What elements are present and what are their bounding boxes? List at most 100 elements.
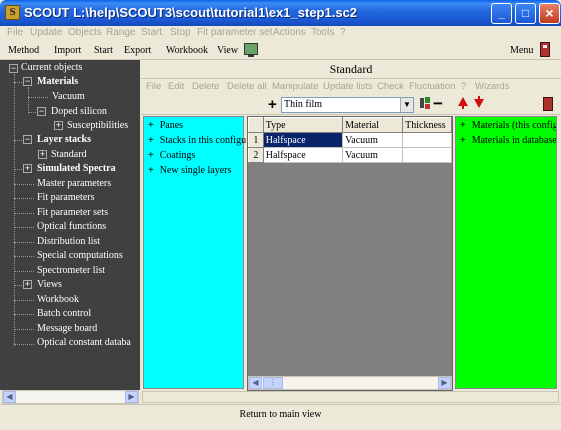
menu-tools[interactable]: Tools — [311, 27, 334, 38]
scroll-left-icon[interactable]: ◀ — [249, 377, 262, 389]
menu-stop[interactable]: Stop — [170, 27, 191, 38]
tree-horizontal-scrollbar[interactable]: ◀ ▶ — [2, 390, 139, 404]
cell-material[interactable]: Vacuum — [342, 147, 404, 163]
scroll-right-icon[interactable]: ▶ — [125, 391, 138, 403]
menu-help[interactable]: ? — [340, 27, 346, 38]
menu-update[interactable]: Update — [30, 27, 62, 38]
monitor-icon[interactable] — [244, 43, 258, 57]
title-bar[interactable]: S SCOUT L:\help\SCOUT3\scout\tutorial1\e… — [0, 0, 561, 26]
scroll-right-icon[interactable]: ▶ — [438, 377, 451, 389]
toolbar-fluctuation[interactable]: Fluctuation — [409, 81, 455, 92]
collapse-icon[interactable]: − — [23, 77, 32, 86]
toolbar-manipulate[interactable]: Manipulate — [272, 81, 318, 92]
tree-batch-control[interactable]: Batch control — [37, 308, 91, 319]
list-item[interactable]: + Materials (this config — [460, 120, 556, 131]
layer-grid[interactable]: Type Material Thickness 1 Halfspace Vacu… — [247, 116, 453, 391]
menu-fit-parameter-set[interactable]: Fit parameter set — [197, 27, 273, 38]
tree-doped-silicon[interactable]: Doped silicon — [51, 106, 107, 117]
menu-start[interactable]: Start — [141, 27, 162, 38]
tree-standard[interactable]: Standard — [51, 149, 87, 160]
expand-icon[interactable]: + — [23, 280, 32, 289]
table-row[interactable]: 2 Halfspace Vacuum — [248, 147, 452, 163]
maximize-icon[interactable]: □ — [515, 3, 536, 24]
main-menu-bar: File Update Objects Range Start Stop Fit… — [0, 26, 561, 42]
tree-workbook[interactable]: Workbook — [37, 294, 79, 305]
add-layer-icon[interactable]: + — [268, 96, 277, 113]
tree-master-parameters[interactable]: Master parameters — [37, 178, 111, 189]
list-item[interactable]: + Stacks in this configu — [148, 135, 246, 146]
menu-view[interactable]: View — [217, 45, 238, 56]
collapse-icon[interactable]: − — [37, 107, 46, 116]
toolbar-file[interactable]: File — [146, 81, 161, 92]
tree-fit-parameters[interactable]: Fit parameters — [37, 192, 94, 203]
scroll-left-icon[interactable]: ◀ — [3, 391, 16, 403]
menu-import[interactable]: Import — [54, 45, 81, 56]
expand-icon[interactable]: + — [38, 150, 47, 159]
menu-menu[interactable]: Menu — [510, 45, 533, 56]
object-tree[interactable]: − Current objects − Materials Vacuum − D… — [0, 60, 140, 390]
menu-method[interactable]: Method — [8, 45, 39, 56]
tree-distribution-list[interactable]: Distribution list — [37, 236, 100, 247]
grid-horizontal-scrollbar[interactable]: ◀ ⋮ ▶ — [248, 376, 452, 390]
layer-source-list[interactable]: + Panes + Stacks in this configu + Coatings… — [143, 116, 246, 389]
wrench-icon[interactable] — [419, 96, 431, 110]
toolbar-edit[interactable]: Edit — [168, 81, 184, 92]
tree-materials[interactable]: Materials — [37, 76, 78, 87]
menu-export[interactable]: Export — [124, 45, 151, 56]
close-icon[interactable]: × — [539, 3, 560, 24]
move-up-icon[interactable] — [458, 97, 468, 109]
scroll-thumb[interactable]: ⋮ — [263, 377, 283, 389]
toolbar-wizards[interactable]: Wizards — [475, 81, 509, 92]
book-icon[interactable] — [543, 97, 553, 111]
toolbar-delete[interactable]: Delete — [192, 81, 219, 92]
cell-type[interactable]: Halfspace — [262, 132, 344, 148]
menu-workbook[interactable]: Workbook — [166, 45, 208, 56]
tree-susceptibilities[interactable]: Susceptibilities — [67, 120, 128, 131]
table-row[interactable]: 1 Halfspace Vacuum — [248, 132, 452, 148]
column-header[interactable]: Thickness — [402, 117, 452, 133]
tree-fit-parameter-sets[interactable]: Fit parameter sets — [37, 207, 108, 218]
list-item[interactable]: + New single layers — [148, 165, 231, 176]
chevron-down-icon[interactable]: ▼ — [400, 98, 413, 112]
tree-optical-constant-database[interactable]: Optical constant databa — [37, 337, 131, 348]
move-down-icon[interactable] — [474, 96, 484, 108]
menu-actions[interactable]: Actions — [273, 27, 306, 38]
toolbar-check[interactable]: Check — [377, 81, 404, 92]
tree-views[interactable]: Views — [37, 279, 62, 290]
list-item[interactable]: + Coatings — [148, 150, 195, 161]
tree-spectrometer-list[interactable]: Spectrometer list — [37, 265, 105, 276]
material-source-list[interactable]: + Materials (this config + Materials in da… — [455, 116, 557, 389]
toolbar-delete-all[interactable]: Delete all — [227, 81, 267, 92]
cell-type[interactable]: Halfspace — [262, 147, 344, 163]
minimize-icon[interactable]: _ — [491, 3, 512, 24]
book-icon[interactable] — [540, 42, 550, 57]
return-main-view-button[interactable]: Return to main view — [0, 404, 561, 426]
collapse-icon[interactable]: − — [23, 135, 32, 144]
toolbar-help[interactable]: ? — [461, 81, 466, 92]
column-header[interactable]: Material — [342, 117, 404, 133]
cell-material[interactable]: Vacuum — [342, 132, 404, 148]
expand-icon[interactable]: + — [23, 164, 32, 173]
layer-type-select[interactable]: Thin film ▼ — [281, 97, 414, 113]
menu-objects[interactable]: Objects — [68, 27, 102, 38]
tree-vacuum[interactable]: Vacuum — [52, 91, 85, 102]
collapse-icon[interactable]: − — [9, 64, 18, 73]
cell-thickness[interactable] — [402, 132, 452, 148]
tree-special-computations[interactable]: Special computations — [37, 250, 123, 261]
list-item[interactable]: + Panes — [148, 120, 183, 131]
tree-optical-functions[interactable]: Optical functions — [37, 221, 106, 232]
remove-layer-icon[interactable]: − — [433, 94, 443, 114]
tree-simulated-spectra[interactable]: Simulated Spectra — [37, 163, 116, 174]
app-icon[interactable]: S — [5, 5, 20, 20]
tree-message-board[interactable]: Message board — [37, 323, 97, 334]
menu-start2[interactable]: Start — [94, 45, 113, 56]
menu-file[interactable]: File — [7, 27, 23, 38]
expand-icon[interactable]: + — [54, 121, 63, 130]
list-item[interactable]: + Materials in database — [460, 135, 556, 146]
tree-current-objects[interactable]: Current objects — [21, 62, 82, 73]
cell-thickness[interactable] — [402, 147, 452, 163]
toolbar-update-lists[interactable]: Update lists — [323, 81, 373, 92]
tree-layer-stacks[interactable]: Layer stacks — [37, 134, 91, 145]
menu-range[interactable]: Range — [106, 27, 135, 38]
column-header[interactable]: Type — [262, 117, 344, 133]
